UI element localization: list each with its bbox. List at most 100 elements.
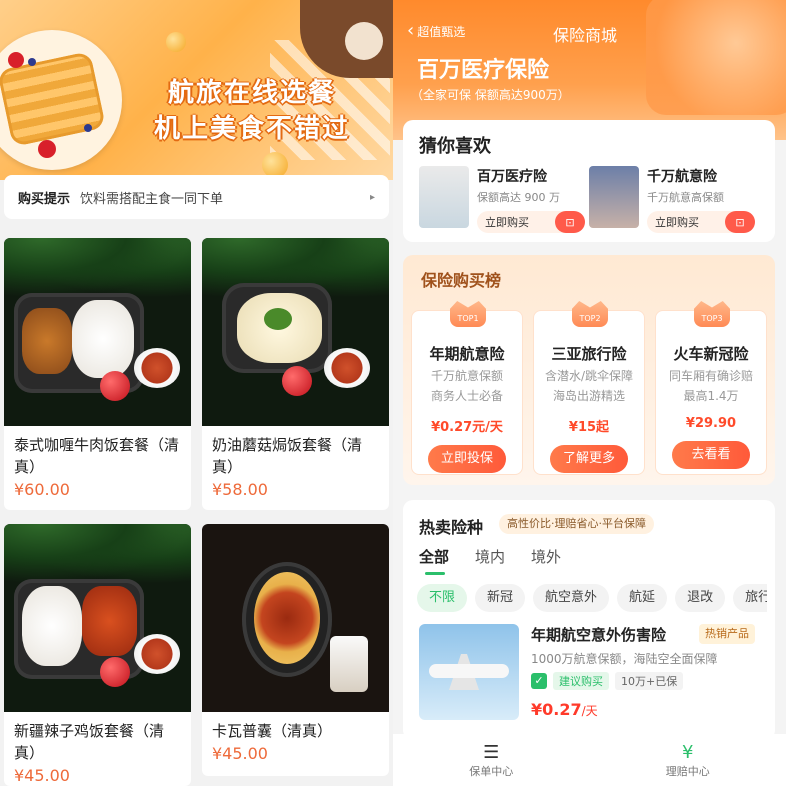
ranking-item[interactable]: TOP2 三亚旅行险 含潜水/跳伞保障 海岛出游精选 ¥15起 了解更多 [533, 301, 645, 475]
meal-panel: 航旅在线选餐 机上美食不错过 购买提示 饮料需搭配主食一同下单 ▸ 泰式咖喱牛肉… [0, 0, 393, 786]
buy-now-button[interactable]: 立即购买 ⊡ [477, 211, 585, 233]
insurance-panel: ‹ 超值甄选 保险商城 百万医疗保险 （全家可保 保额高达900万） 猜你喜欢 … [393, 0, 786, 786]
meal-name: 新疆辣子鸡饭套餐（清真） [14, 722, 165, 762]
ranking-price: ¥0.27元/天 [431, 420, 503, 435]
check-icon: ✓ [531, 673, 547, 689]
meal-card[interactable]: 泰式咖喱牛肉饭套餐（清真） ¥60.00 [4, 238, 191, 510]
hero-title: 百万医疗保险 [417, 58, 550, 83]
meal-image [4, 238, 191, 426]
ranking-desc: 同车厢有确诊赔 [668, 369, 753, 383]
buy-now-button[interactable]: 立即购买 ⊡ [647, 211, 755, 233]
nav-claim-center[interactable]: ¥ 理赔中心 [666, 742, 710, 779]
ranking-desc: 最高1.4万 [683, 389, 739, 403]
chip-flight-delay[interactable]: 航延 [617, 584, 668, 612]
learn-more-button[interactable]: 了解更多 [550, 445, 628, 473]
filter-chips: 不限 新冠 航空意外 航延 退改 旅行 [417, 584, 767, 612]
meal-card[interactable]: 新疆辣子鸡饭套餐（清真） ¥45.00 [4, 524, 191, 786]
meal-name: 卡瓦普囊（清真） [212, 722, 333, 740]
section-title: 保险购买榜 [421, 271, 502, 290]
chip-flight-accident[interactable]: 航空意外 [533, 584, 610, 612]
product-price-value: ¥0.27 [531, 700, 582, 719]
ranking-name: 年期航意险 [429, 345, 505, 363]
cart-icon: ⊡ [725, 211, 755, 233]
airplane-image [419, 624, 519, 720]
section-title: 猜你喜欢 [419, 136, 491, 157]
nav-label: 保单中心 [469, 764, 514, 778]
chip-travel[interactable]: 旅行 [733, 584, 767, 612]
meal-name: 泰式咖喱牛肉饭套餐（清真） [14, 436, 180, 476]
berry-image [84, 124, 92, 132]
top-badge: TOP2 [572, 301, 608, 327]
ranking-item[interactable]: TOP3 火车新冠险 同车厢有确诊赔 最高1.4万 ¥29.90 去看看 [655, 301, 767, 475]
product-name[interactable]: 年期航空意外伤害险 [531, 624, 666, 645]
meal-image [4, 524, 191, 712]
guess-item-name: 百万医疗险 [477, 169, 547, 185]
top-badge: TOP3 [694, 301, 730, 327]
top-badge: TOP1 [450, 301, 486, 327]
ranking-desc: 千万航意保额 [430, 369, 503, 383]
purchase-tip[interactable]: 购买提示 饮料需搭配主食一同下单 ▸ [4, 175, 389, 219]
chip-covid[interactable]: 新冠 [475, 584, 526, 612]
berry-image [28, 58, 36, 66]
shield-icon: ¥ [682, 741, 694, 763]
tip-text: 饮料需搭配主食一同下单 [80, 191, 224, 207]
meal-card[interactable]: 奶油蘑菇焗饭套餐（清真） ¥58.00 [202, 238, 389, 510]
berry-image [38, 140, 56, 158]
orange-image [166, 32, 186, 52]
ranking-section: 保险购买榜 TOP1 年期航意险 千万航意保额 商务人士必备 ¥0.27元/天 … [403, 255, 775, 485]
tab-overseas[interactable]: 境外 [531, 546, 561, 567]
ranking-name: 火车新冠险 [673, 345, 749, 363]
advice-label: 建议购买 [553, 672, 609, 690]
medical-image [419, 166, 469, 228]
tab-all[interactable]: 全部 [419, 546, 449, 575]
meal-price: ¥45.00 [212, 744, 268, 763]
product-price: ¥0.27/天 [531, 700, 598, 719]
product-desc: 1000万航意保额，海陆空全面保障 [531, 652, 718, 666]
ranking-desc: 海岛出游精选 [552, 389, 625, 403]
tab-domestic[interactable]: 境内 [475, 546, 505, 567]
meal-card[interactable]: 卡瓦普囊（清真） ¥45.00 [202, 524, 389, 776]
product-advice: ✓ 建议购买 10万+已保 [531, 672, 684, 690]
page-title: 保险商城 [553, 26, 618, 45]
guess-item-desc: 保额高达 900 万 [477, 191, 560, 204]
nav-label: 理赔中心 [665, 764, 710, 778]
meal-price: ¥58.00 [212, 480, 268, 499]
guess-item-desc: 千万航意高保额 [647, 191, 724, 204]
section-title: 热卖险种 [419, 518, 484, 537]
region-tabs: 全部 境内 境外 [419, 546, 561, 575]
nav-policy-center[interactable]: ☰ 保单中心 [469, 742, 513, 779]
berry-image [8, 52, 24, 68]
buy-now-label: 立即购买 [655, 216, 699, 229]
tip-label: 购买提示 [18, 191, 71, 207]
insurance-header: ‹ 超值甄选 保险商城 百万医疗保险 （全家可保 保额高达900万） [393, 0, 786, 140]
meal-price: ¥60.00 [14, 480, 70, 499]
chevron-left-icon: ‹ [407, 20, 415, 41]
ranking-price: ¥15起 [568, 420, 610, 435]
ranking-item[interactable]: TOP1 年期航意险 千万航意保额 商务人士必备 ¥0.27元/天 立即投保 [411, 301, 523, 475]
ranking-desc: 含潜水/跳伞保障 [544, 369, 634, 383]
chip-unlimited[interactable]: 不限 [417, 584, 468, 612]
meal-name: 奶油蘑菇焗饭套餐（清真） [212, 436, 363, 476]
meal-price: ¥45.00 [14, 766, 70, 785]
insured-count: 10万+已保 [615, 672, 684, 690]
meal-banner[interactable]: 航旅在线选餐 机上美食不错过 [0, 0, 393, 180]
meal-image [202, 238, 389, 426]
document-icon: ☰ [483, 741, 500, 763]
guess-item[interactable]: 千万航意险 千万航意高保额 立即购买 ⊡ [589, 166, 767, 233]
insure-now-button[interactable]: 立即投保 [428, 445, 506, 473]
guess-section: 猜你喜欢 百万医疗险 保额高达 900 万 立即购买 ⊡ 千万航意险 千万航意高… [403, 120, 775, 242]
ranking-desc: 商务人士必备 [430, 389, 503, 403]
hot-badge: 高性价比·理赔省心·平台保障 [499, 514, 654, 534]
product-price-unit: /天 [581, 704, 598, 718]
chip-refund[interactable]: 退改 [675, 584, 726, 612]
guess-item-name: 千万航意险 [647, 169, 717, 185]
cart-icon: ⊡ [555, 211, 585, 233]
hot-section: 热卖险种 高性价比·理赔省心·平台保障 全部 境内 境外 不限 新冠 航空意外 … [403, 500, 775, 740]
view-button[interactable]: 去看看 [672, 441, 750, 469]
airplane-image [589, 166, 639, 228]
hero-subtitle: （全家可保 保额高达900万） [411, 88, 570, 102]
guess-item[interactable]: 百万医疗险 保额高达 900 万 立即购买 ⊡ [419, 166, 597, 233]
back-button[interactable]: ‹ 超值甄选 [407, 22, 465, 40]
ranking-name: 三亚旅行险 [551, 345, 627, 363]
banner-title-line2: 机上美食不错过 [153, 114, 350, 144]
